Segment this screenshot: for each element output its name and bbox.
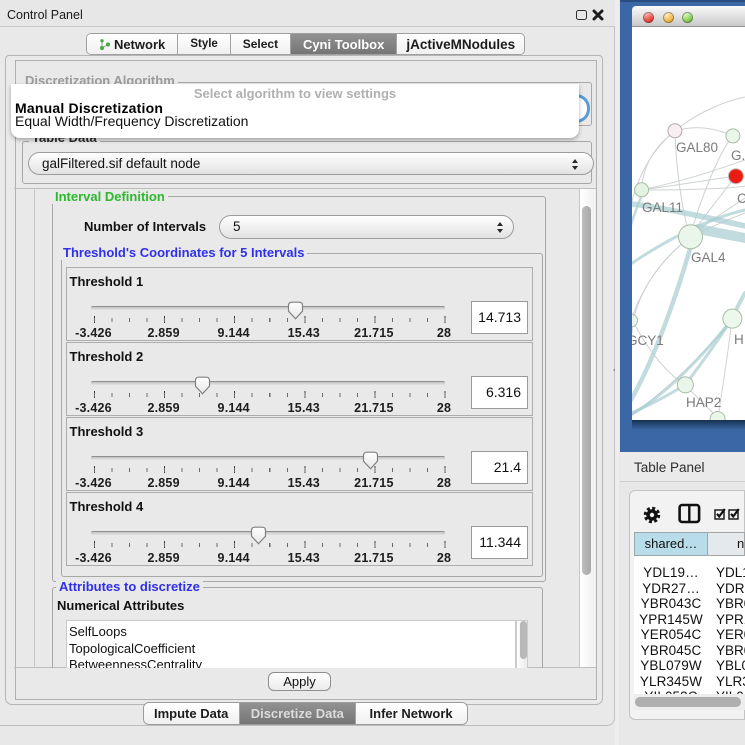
svg-text:C: C	[737, 191, 745, 206]
svg-text:H: H	[734, 332, 744, 347]
svg-text:GAL80: GAL80	[676, 140, 718, 155]
svg-text:GCY1: GCY1	[632, 333, 664, 348]
svg-text:G.: G.	[731, 148, 745, 163]
svg-text:GAL4: GAL4	[691, 250, 726, 265]
svg-text:GAL11: GAL11	[642, 200, 683, 215]
svg-text:HAP2: HAP2	[686, 395, 721, 410]
